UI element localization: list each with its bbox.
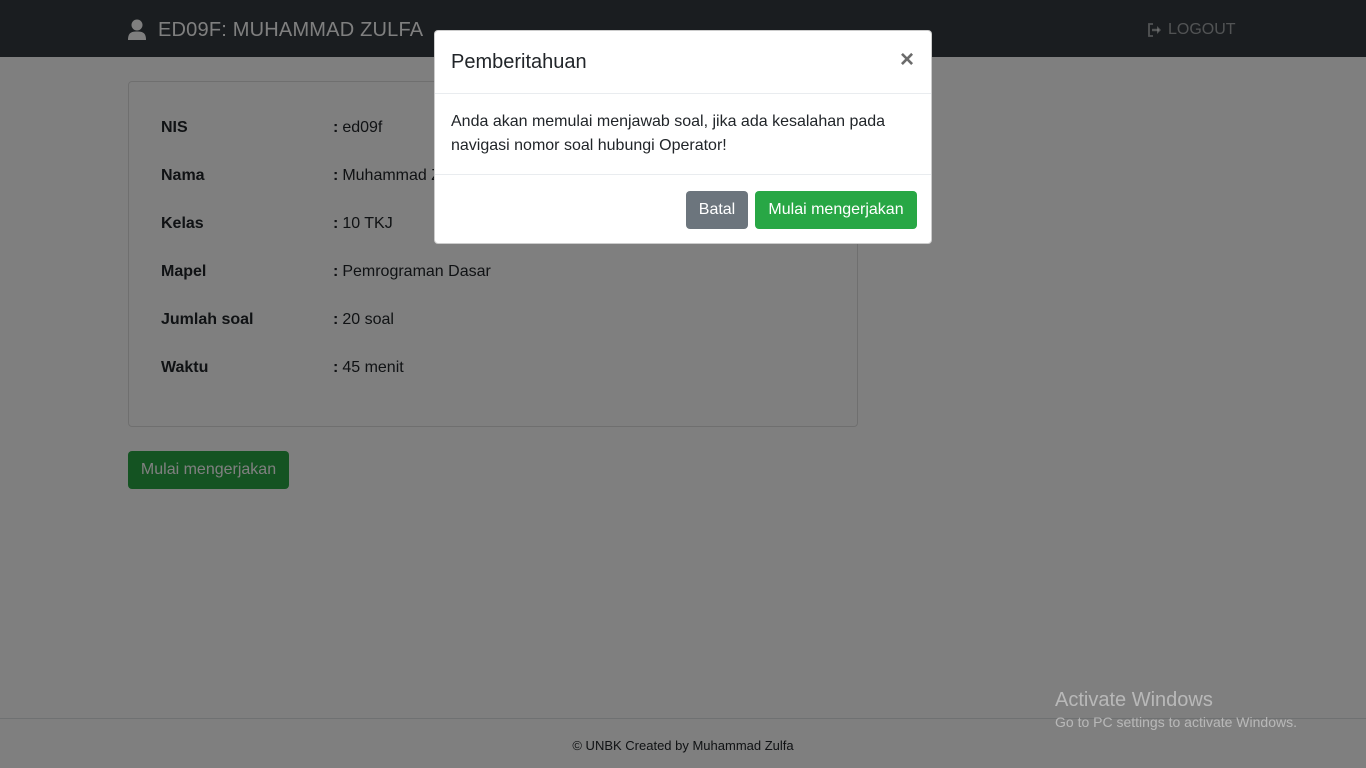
close-button[interactable]: × (899, 48, 915, 72)
confirm-start-button[interactable]: Mulai mengerjakan (755, 191, 917, 229)
modal-title: Pemberitahuan (451, 51, 587, 73)
cancel-button[interactable]: Batal (686, 191, 748, 229)
modal-header: Pemberitahuan × (435, 31, 931, 94)
modal-footer: Batal Mulai mengerjakan (435, 174, 931, 244)
activate-windows-watermark: Activate Windows Go to PC settings to ac… (1055, 689, 1297, 730)
watermark-subtitle: Go to PC settings to activate Windows. (1055, 714, 1297, 730)
modal-body-text: Anda akan memulai menjawab soal, jika ad… (451, 113, 886, 154)
watermark-title: Activate Windows (1055, 689, 1213, 711)
notification-modal: Pemberitahuan × Anda akan memulai menjaw… (434, 30, 932, 244)
